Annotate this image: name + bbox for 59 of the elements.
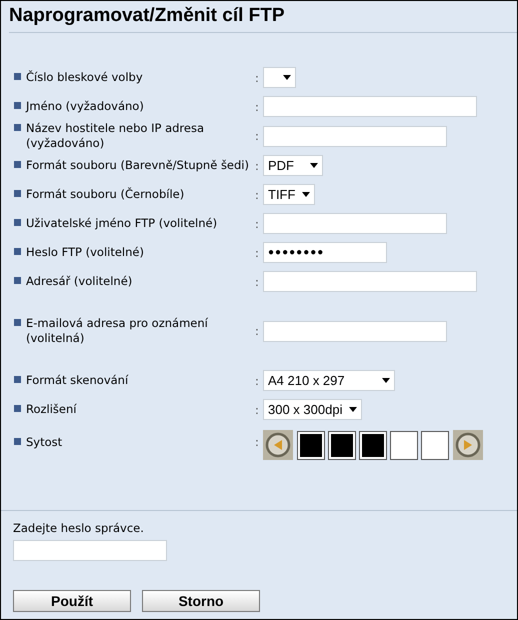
admin-password-field[interactable] <box>13 540 167 561</box>
field-label: Uživatelské jméno FTP (volitelné) <box>26 216 218 231</box>
field-label: Rozlišení <box>26 402 76 417</box>
dropdown[interactable] <box>263 67 296 88</box>
caret-icon <box>349 407 357 412</box>
bullet-icon <box>14 438 21 444</box>
colon: : <box>255 404 260 416</box>
apply-button[interactable]: Použít <box>13 590 131 612</box>
field-label: E-mailová adresa pro oznámení (volitelná) <box>26 316 209 346</box>
colon: : <box>255 72 260 84</box>
field-label: Jméno (vyžadováno) <box>26 99 144 114</box>
dropdown[interactable]: A4 210 x 297 <box>263 370 395 391</box>
field-label: Formát skenování <box>26 373 128 388</box>
colon: : <box>255 325 260 337</box>
colon: : <box>255 188 260 200</box>
caret-icon <box>310 163 318 168</box>
colon: : <box>255 100 260 112</box>
dropdown[interactable]: PDF <box>263 155 323 176</box>
bullet-icon <box>14 102 21 109</box>
caret-icon <box>283 75 291 80</box>
password-field[interactable]: ●●●●●●●● <box>263 242 387 263</box>
bullet-icon <box>14 376 21 383</box>
input-field[interactable] <box>263 213 447 234</box>
field-label: Formát souboru (Barevně/Stupně šedi) <box>26 158 249 173</box>
input-field[interactable] <box>263 96 477 117</box>
field-label: Formát souboru (Černobíle) <box>26 187 184 202</box>
bullet-icon <box>14 248 21 255</box>
decrease-button[interactable] <box>263 430 293 460</box>
field-label: Adresář (volitelné) <box>26 274 132 289</box>
field-label: Číslo bleskové volby <box>26 70 143 85</box>
field-label: Název hostitele nebo IP adresa (vyžadováno) <box>26 121 206 151</box>
page-title: Naprogramovat/Změnit cíl FTP <box>9 1 517 33</box>
bullet-icon <box>14 190 21 197</box>
bullet-icon <box>14 161 21 168</box>
caret-icon <box>382 378 390 383</box>
caret-icon <box>302 192 310 197</box>
dropdown[interactable]: 300 x 300dpi <box>263 399 362 420</box>
colon: : <box>255 130 260 142</box>
cancel-button[interactable]: Storno <box>142 590 260 612</box>
bullet-icon <box>14 405 21 412</box>
input-field[interactable] <box>263 271 477 292</box>
colon: : <box>255 276 260 288</box>
input-field[interactable] <box>263 126 447 146</box>
colon: : <box>255 374 260 386</box>
bullet-icon <box>14 319 21 326</box>
colon: : <box>255 436 260 448</box>
colon: : <box>255 246 260 258</box>
dropdown[interactable]: TIFF <box>263 184 315 205</box>
colon: : <box>255 218 260 230</box>
increase-button[interactable] <box>453 430 483 460</box>
admin-password-label: Zadejte heslo správce. <box>13 521 145 535</box>
bullet-icon <box>14 219 21 226</box>
input-field[interactable] <box>263 320 447 342</box>
bullet-icon <box>14 277 21 284</box>
colon: : <box>255 160 260 172</box>
field-label: Sytost <box>26 434 62 450</box>
bullet-icon <box>14 73 21 80</box>
bullet-icon <box>14 124 21 131</box>
field-label: Heslo FTP (volitelné) <box>26 245 144 260</box>
